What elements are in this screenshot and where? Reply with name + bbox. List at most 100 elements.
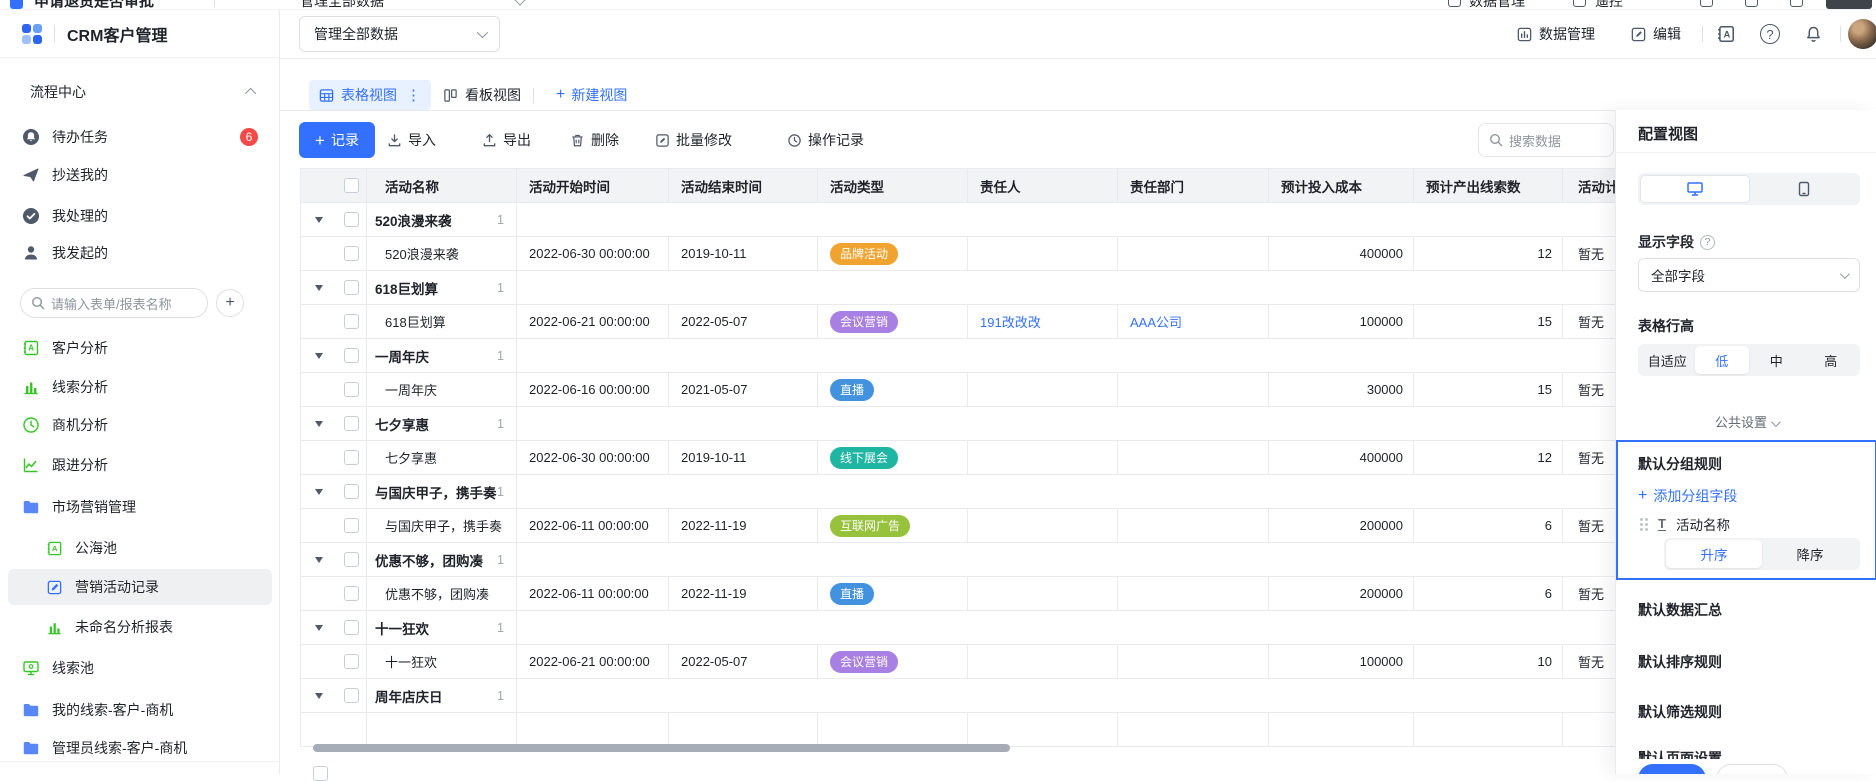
row-height-medium[interactable]: 中 xyxy=(1749,346,1804,374)
sidebar-item-customer-analysis[interactable]: A 客户分析 xyxy=(8,330,272,366)
clipped-cancel-button[interactable] xyxy=(1716,764,1788,774)
sidebar-item-lead-analysis[interactable]: 线索分析 xyxy=(8,369,272,405)
drag-handle-icon[interactable] xyxy=(1640,518,1648,531)
activity-name-cell: 618巨划算 xyxy=(367,305,517,339)
form-search-input[interactable]: 请输入表单/报表名称 xyxy=(20,288,208,318)
desktop-icon xyxy=(1686,181,1704,197)
divider xyxy=(54,25,55,43)
check-circle-icon xyxy=(22,207,40,225)
sidebar-section-process[interactable]: 流程中心 xyxy=(8,77,272,107)
row-checkbox[interactable] xyxy=(344,450,359,465)
sidebar-folder-marketing[interactable]: 市场营销管理 xyxy=(8,489,272,525)
data-scope-select[interactable]: 管理全部数据 xyxy=(299,16,500,52)
sidebar-folder-my-leads[interactable]: 我的线索-客户-商机 xyxy=(8,692,272,728)
ascending-button[interactable]: 升序 xyxy=(1666,540,1762,568)
group-expander[interactable] xyxy=(301,475,337,509)
clipped-confirm-button[interactable] xyxy=(1638,764,1706,774)
row-height-high[interactable]: 高 xyxy=(1804,346,1859,374)
descending-button[interactable]: 降序 xyxy=(1762,540,1858,568)
add-record-button[interactable]: + 记录 xyxy=(299,122,375,158)
row-checkbox[interactable] xyxy=(344,586,359,601)
end-time-cell: 2022-05-07 xyxy=(669,305,818,339)
department-cell[interactable]: AAA公司 xyxy=(1118,305,1269,339)
sidebar-item-todo-tasks[interactable]: 待办任务 6 xyxy=(8,119,272,155)
row-checkbox[interactable] xyxy=(344,552,359,567)
group-expander[interactable] xyxy=(301,543,337,577)
start-time-cell xyxy=(517,713,669,747)
new-view-button[interactable]: + 新建视图 xyxy=(556,80,627,110)
row-checkbox[interactable] xyxy=(344,654,359,669)
add-form-button[interactable]: + xyxy=(216,289,244,317)
sidebar-item-started-by-me[interactable]: 我发起的 xyxy=(8,235,272,271)
tab-menu-icon[interactable]: ⋮ xyxy=(406,86,421,104)
sidebar-item-opportunity-analysis[interactable]: 商机分析 xyxy=(8,407,272,443)
data-chart-icon xyxy=(1516,26,1533,43)
sidebar-item-lead-pool[interactable]: 线索池 xyxy=(8,650,272,686)
folder-icon xyxy=(22,701,40,719)
column-header: 活动类型 xyxy=(818,169,968,203)
contacts-button[interactable]: A xyxy=(1716,20,1736,48)
row-checkbox[interactable] xyxy=(344,484,359,499)
sidebar-item-cc-to-me[interactable]: 抄送我的 xyxy=(8,157,272,193)
row-checkbox[interactable] xyxy=(344,620,359,635)
row-checkbox[interactable] xyxy=(344,314,359,329)
row-checkbox[interactable] xyxy=(344,246,359,261)
activity-name-cell: 520浪漫来袭 xyxy=(367,237,517,271)
import-button[interactable]: 导入 xyxy=(387,128,436,152)
display-fields-select[interactable]: 全部字段 xyxy=(1638,258,1860,292)
group-expander[interactable] xyxy=(301,271,337,305)
group-expander[interactable] xyxy=(301,407,337,441)
row-checkbox[interactable] xyxy=(344,212,359,227)
sidebar-item-marketing-activity-records[interactable]: 营销活动记录 xyxy=(8,569,272,605)
mobile-toggle-button[interactable] xyxy=(1750,175,1858,203)
group-field-row[interactable]: T 活动名称 xyxy=(1640,514,1730,534)
row-checkbox[interactable] xyxy=(344,416,359,431)
data-manage-button[interactable]: 数据管理 xyxy=(1516,20,1595,48)
leads-cell: 6 xyxy=(1414,577,1563,611)
common-settings-toggle[interactable]: 公共设置 xyxy=(1616,412,1876,431)
tab-board-view[interactable]: 看板视图 xyxy=(437,80,527,110)
caret-down-icon xyxy=(315,625,323,631)
export-button[interactable]: 导出 xyxy=(482,128,531,152)
caret-down-icon xyxy=(315,353,323,359)
owner-cell[interactable]: 191改改改 xyxy=(968,305,1118,339)
row-checkbox[interactable] xyxy=(344,382,359,397)
summary-section-title[interactable]: 默认数据汇总 xyxy=(1638,600,1722,620)
group-expander[interactable] xyxy=(301,203,337,237)
select-all-checkbox[interactable] xyxy=(344,178,359,193)
group-expander[interactable] xyxy=(301,339,337,373)
row-checkbox[interactable] xyxy=(344,280,359,295)
table-search-input[interactable]: 搜索数据 xyxy=(1478,123,1614,157)
info-icon[interactable]: ? xyxy=(1700,235,1715,250)
desktop-toggle-button[interactable] xyxy=(1640,175,1750,203)
divider xyxy=(280,58,1876,59)
horizontal-scrollbar-thumb[interactable] xyxy=(313,744,1010,752)
clock-icon xyxy=(22,416,40,434)
tab-table-view[interactable]: 表格视图 ⋮ xyxy=(309,80,431,110)
sidebar-item-followup-analysis[interactable]: 跟进分析 xyxy=(8,447,272,483)
group-expander[interactable] xyxy=(301,611,337,645)
help-button[interactable]: ? xyxy=(1760,20,1780,48)
search-placeholder: 请输入表单/报表名称 xyxy=(51,294,172,313)
sidebar-item-handled-by-me[interactable]: 我处理的 xyxy=(8,198,272,234)
row-checkbox[interactable] xyxy=(344,688,359,703)
group-name-cell: 与国庆甲子，携手奏1 xyxy=(367,475,517,509)
edit-button[interactable]: 编辑 xyxy=(1630,20,1681,48)
row-checkbox[interactable] xyxy=(344,348,359,363)
batch-edit-button[interactable]: 批量修改 xyxy=(655,128,732,152)
row-height-auto[interactable]: 自适应 xyxy=(1640,346,1695,374)
row-height-low[interactable]: 低 xyxy=(1695,346,1750,374)
chevron-up-icon xyxy=(245,88,256,99)
row-checkbox[interactable] xyxy=(344,518,359,533)
sidebar-item-unnamed-report[interactable]: 未命名分析报表 xyxy=(8,609,272,645)
add-group-field-button[interactable]: + 添加分组字段 xyxy=(1638,486,1737,506)
user-avatar[interactable] xyxy=(1848,19,1876,49)
activity-type-tag: 直播 xyxy=(830,583,874,605)
sidebar-item-public-pool[interactable]: A 公海池 xyxy=(8,530,272,566)
operation-log-button[interactable]: 操作记录 xyxy=(787,128,864,152)
group-expander[interactable] xyxy=(301,679,337,713)
sort-rule-section-title[interactable]: 默认排序规则 xyxy=(1638,652,1722,672)
leads-cell: 15 xyxy=(1414,305,1563,339)
delete-button[interactable]: 删除 xyxy=(570,128,619,152)
filter-rule-section-title[interactable]: 默认筛选规则 xyxy=(1638,702,1722,722)
